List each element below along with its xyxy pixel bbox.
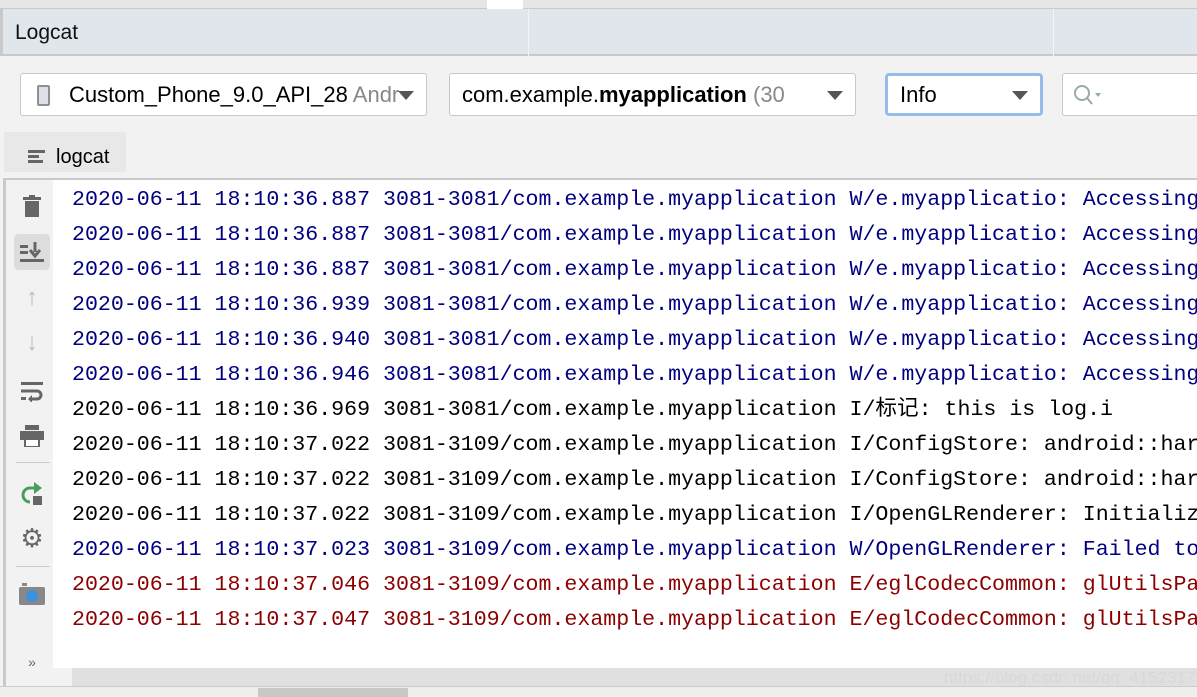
title-bar: Logcat (0, 9, 1197, 56)
top-strip (0, 0, 1197, 9)
device-suffix: Andr (352, 82, 400, 107)
process-prefix: com.example. (462, 82, 599, 107)
chevron-down-icon (398, 91, 414, 100)
print-icon[interactable] (14, 418, 50, 454)
log-row: 2020-06-11 18:10:37.047 3081-3109/com.ex… (72, 608, 1197, 632)
list-icon (28, 150, 45, 163)
trash-icon[interactable] (14, 188, 50, 224)
chevron-down-icon (827, 91, 843, 100)
log-level-dropdown[interactable]: Info (885, 73, 1043, 116)
phone-icon (37, 85, 50, 106)
search-icon (1074, 85, 1101, 105)
camera-icon[interactable] (14, 576, 50, 612)
log-row: 2020-06-11 18:10:37.022 3081-3109/com.ex… (72, 503, 1197, 527)
gear-icon[interactable]: ⚙ (14, 520, 50, 556)
process-pid: (3081) (753, 82, 817, 107)
log-row: 2020-06-11 18:10:36.940 3081-3081/com.ex… (72, 328, 1197, 352)
log-row: 2020-06-11 18:10:36.969 3081-3081/com.ex… (72, 398, 1113, 422)
process-dropdown[interactable]: com.example.myapplication (3081) (449, 73, 856, 116)
window-title: Logcat (15, 21, 79, 44)
bottom-scrollbar[interactable] (0, 686, 1197, 697)
scroll-to-end-icon[interactable] (14, 234, 50, 270)
tab-logcat[interactable]: logcat (4, 132, 126, 172)
log-row: 2020-06-11 18:10:36.946 3081-3081/com.ex… (72, 363, 1197, 387)
device-name: Custom_Phone_9.0_API_28 (69, 82, 348, 107)
log-row: 2020-06-11 18:10:36.939 3081-3081/com.ex… (72, 293, 1197, 317)
log-row: 2020-06-11 18:10:36.887 3081-3081/com.ex… (72, 223, 1197, 247)
log-row: 2020-06-11 18:10:36.887 3081-3081/com.ex… (72, 188, 1197, 212)
more-icon[interactable]: » (14, 652, 50, 672)
search-input[interactable] (1062, 73, 1197, 116)
device-dropdown[interactable]: Custom_Phone_9.0_API_28 Andr (20, 73, 427, 116)
log-row: 2020-06-11 18:10:37.023 3081-3109/com.ex… (72, 538, 1197, 562)
side-toolbar: ↑ ↓ ⚙ » (3, 180, 53, 686)
log-output[interactable]: 2020-06-11 18:10:36.887 3081-3081/com.ex… (53, 180, 1197, 668)
process-name: myapplication (598, 82, 747, 107)
log-row: 2020-06-11 18:10:37.022 3081-3109/com.ex… (72, 433, 1197, 457)
chevron-down-icon (1012, 91, 1028, 100)
log-level-value: Info (900, 82, 937, 107)
log-row: 2020-06-11 18:10:37.022 3081-3109/com.ex… (72, 468, 1197, 492)
log-row: 2020-06-11 18:10:36.887 3081-3081/com.ex… (72, 258, 1197, 282)
watermark: https://blog.csdn.net/qq_41523175 (944, 668, 1197, 687)
arrow-up-icon[interactable]: ↑ (14, 280, 50, 316)
tab-label: logcat (56, 146, 110, 168)
log-row: 2020-06-11 18:10:37.046 3081-3109/com.ex… (72, 573, 1197, 597)
arrow-down-icon[interactable]: ↓ (14, 325, 50, 361)
restart-icon[interactable] (14, 476, 50, 512)
soft-wrap-icon[interactable] (14, 373, 50, 409)
